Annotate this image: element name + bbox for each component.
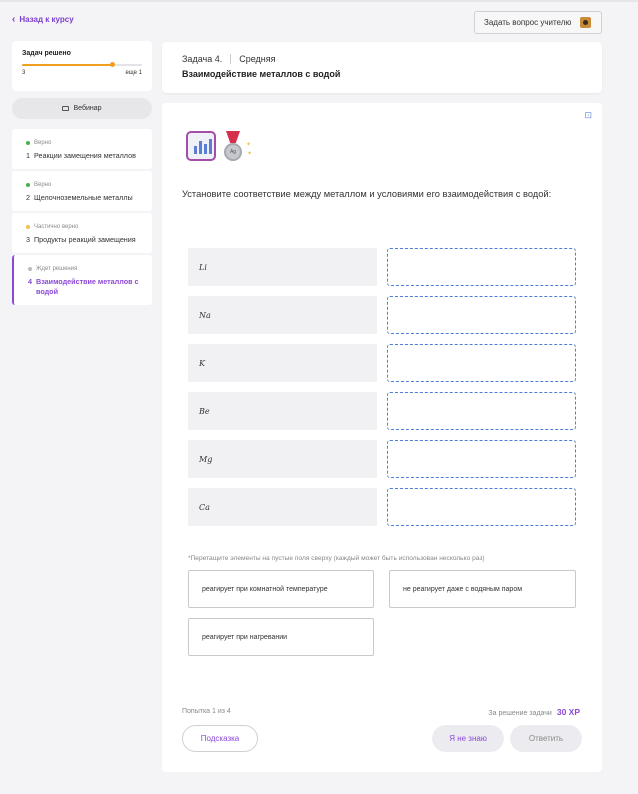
drop-zone[interactable] — [387, 488, 576, 526]
webinar-button[interactable]: Вебинар — [12, 98, 152, 119]
option-chip[interactable]: не реагирует даже с водяным паром — [389, 570, 576, 608]
status-dot-icon — [26, 225, 30, 229]
progress-bar-marker — [110, 62, 115, 67]
task-item-3[interactable]: Частично верно 3 Продукты реакций замещен… — [12, 213, 152, 253]
task-number: 2 — [26, 193, 30, 202]
task-number: 1 — [26, 151, 30, 160]
task-status: Верно — [34, 182, 52, 188]
task-name: Продукты реакций замещения — [34, 235, 136, 244]
drag-hint: *Перетащите элементы на пустые поля свер… — [188, 555, 485, 562]
task-status: Верно — [34, 140, 52, 146]
match-row: Ca — [188, 488, 578, 526]
task-item-4[interactable]: Ждет решения 4 Взаимодействие металлов с … — [12, 255, 152, 305]
progress-bar — [22, 62, 142, 67]
webinar-label: Вебинар — [73, 105, 102, 112]
task-list: Верно 1 Реакции замещения металлов Верно … — [12, 129, 152, 307]
back-to-course-link[interactable]: ‹ Назад к курсу — [12, 13, 74, 25]
metal-label: Ca — [188, 488, 377, 526]
ask-teacher-label: Задать вопрос учителю — [484, 18, 572, 27]
difficulty-label: Средняя — [239, 54, 276, 64]
progress-card: Задач решено 3 еще 1 — [12, 41, 152, 91]
task-status: Частично верно — [34, 224, 79, 230]
match-row: Li — [188, 248, 578, 286]
task-item-1[interactable]: Верно 1 Реакции замещения металлов — [12, 129, 152, 169]
chart-badge-icon — [186, 131, 216, 161]
status-dot-icon — [26, 183, 30, 187]
reward-xp: 30 XP — [556, 707, 580, 717]
task-header: Задача 4. Средняя Взаимодействие металло… — [162, 42, 602, 93]
teacher-avatar-icon — [580, 17, 591, 28]
drop-zone[interactable] — [387, 440, 576, 478]
task-body: ⊡ Ag ✦ ✦ Установите соответствие между м… — [162, 103, 602, 772]
chevron-left-icon: ‹ — [12, 13, 16, 25]
medal-icon: Ag ✦ ✦ — [222, 131, 252, 163]
drop-zone[interactable] — [387, 344, 576, 382]
task-title: Взаимодействие металлов с водой — [182, 69, 341, 79]
task-status: Ждет решения — [36, 266, 78, 272]
task-name: Щелочноземельные металлы — [34, 193, 133, 202]
task-number: 3 — [26, 235, 30, 244]
match-row: Be — [188, 392, 578, 430]
drop-zone[interactable] — [387, 296, 576, 334]
video-camera-icon — [62, 106, 70, 111]
metal-label: Na — [188, 296, 377, 334]
progress-remaining: еще 1 — [125, 70, 142, 76]
option-chip[interactable]: реагирует при нагревании — [188, 618, 374, 656]
match-row: K — [188, 344, 578, 382]
status-dot-icon — [26, 141, 30, 145]
back-label: Назад к курсу — [19, 15, 74, 24]
divider — [230, 54, 232, 64]
task-number: 4 — [28, 277, 32, 286]
option-chip[interactable]: реагирует при комнатной температуре — [188, 570, 374, 608]
metal-label: Mg — [188, 440, 377, 478]
task-name: Взаимодействие металлов с водой — [36, 277, 139, 296]
match-row: Mg — [188, 440, 578, 478]
match-row: Na — [188, 296, 578, 334]
drop-zone[interactable] — [387, 392, 576, 430]
progress-solved-count: 3 — [22, 70, 26, 76]
task-name: Реакции замещения металлов — [34, 151, 136, 160]
answer-button[interactable]: Ответить — [510, 725, 582, 752]
ask-teacher-button[interactable]: Задать вопрос учителю — [474, 11, 602, 34]
task-item-2[interactable]: Верно 2 Щелочноземельные металлы — [12, 171, 152, 211]
attempt-counter: Попытка 1 из 4 — [182, 708, 231, 715]
reward-info: За решение задачи 30 XP — [488, 707, 580, 717]
progress-bar-fill — [22, 64, 112, 66]
metal-label: Be — [188, 392, 377, 430]
reward-label: За решение задачи — [488, 710, 552, 717]
dont-know-button[interactable]: Я не знаю — [432, 725, 504, 752]
fullscreen-icon[interactable]: ⊡ — [584, 110, 592, 121]
metal-label: K — [188, 344, 377, 382]
progress-title: Задач решено — [22, 50, 71, 57]
status-dot-icon — [28, 267, 32, 271]
drop-zone[interactable] — [387, 248, 576, 286]
task-label: Задача 4. — [182, 54, 223, 64]
hint-button[interactable]: Подсказка — [182, 725, 258, 752]
top-divider — [0, 0, 638, 2]
metal-label: Li — [188, 248, 377, 286]
question-text: Установите соответствие между металлом и… — [182, 189, 552, 199]
